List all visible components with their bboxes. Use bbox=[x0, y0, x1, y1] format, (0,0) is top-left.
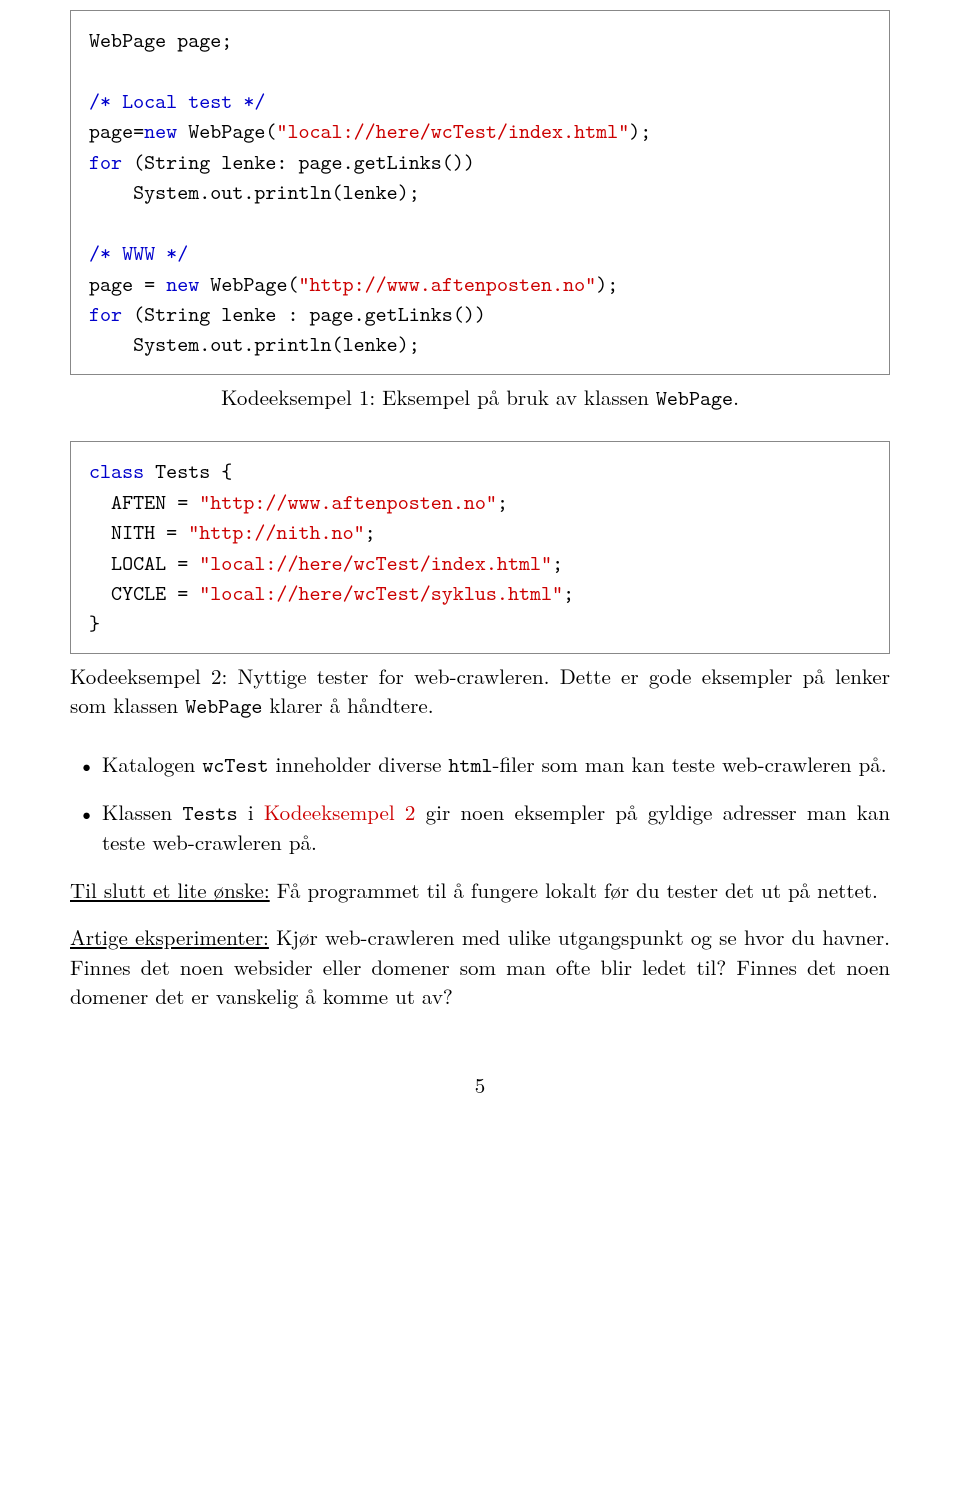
text: Klassen bbox=[102, 797, 182, 827]
code-string: "http://nith.no" bbox=[188, 518, 364, 546]
inline-code: wcTest bbox=[202, 751, 268, 779]
bullet-list: Katalogen wcTest inneholder diverse html… bbox=[70, 750, 890, 858]
code-string: "http://www.aftenposten.no" bbox=[299, 270, 597, 298]
underlined-heading: Til slutt et lite ønske: bbox=[70, 875, 270, 905]
code-text: (String lenke: page.getLinks()) bbox=[122, 148, 475, 176]
code-text: Tests { bbox=[144, 457, 232, 485]
code-keyword: new bbox=[166, 270, 199, 298]
caption-code: WebPage bbox=[656, 384, 733, 412]
code-text: page = bbox=[89, 270, 166, 298]
caption-code: WebPage bbox=[185, 692, 262, 720]
code-keyword: new bbox=[144, 117, 177, 145]
caption-text: . bbox=[733, 382, 739, 412]
code-string: "local://here/wcTest/index.html" bbox=[199, 549, 552, 577]
caption-text: Kodeeksempel 1: Eksempel på bruk av klas… bbox=[221, 382, 656, 412]
code-comment: /* Local test */ bbox=[89, 87, 265, 115]
caption-text: klarer å håndtere. bbox=[262, 690, 433, 720]
code-comment: /* WWW */ bbox=[89, 239, 188, 267]
code-text: WebPage( bbox=[199, 270, 298, 298]
code-text: NITH = bbox=[89, 518, 188, 546]
paragraph: Artige eksperimenter: Kjør web-crawleren… bbox=[70, 923, 890, 1011]
code-text: ; bbox=[365, 518, 376, 546]
list-item: Katalogen wcTest inneholder diverse html… bbox=[70, 750, 890, 780]
list-item: Klassen Tests i Kodeeksempel 2 gir noen … bbox=[70, 798, 890, 858]
code-string: "local://here/wcTest/index.html" bbox=[276, 117, 629, 145]
document-page: WebPage page; /* Local test */ page=new … bbox=[70, 0, 890, 1141]
code-text: ); bbox=[629, 117, 651, 145]
page-number: 5 bbox=[70, 1071, 890, 1100]
code-text: } bbox=[89, 609, 100, 637]
code-text: System.out.println(lenke); bbox=[89, 178, 420, 206]
underlined-heading: Artige eksperimenter: bbox=[70, 922, 269, 952]
code-line: WebPage page; bbox=[89, 26, 232, 54]
code-listing-1: WebPage page; /* Local test */ page=new … bbox=[70, 10, 890, 375]
text: Katalogen bbox=[102, 749, 202, 779]
code-text: ; bbox=[552, 549, 563, 577]
code-text: ; bbox=[497, 488, 508, 516]
text: Få programmet til å fungere lokalt før d… bbox=[270, 875, 878, 905]
code-text: (String lenke : page.getLinks()) bbox=[122, 300, 486, 328]
code-caption-1: Kodeeksempel 1: Eksempel på bruk av klas… bbox=[70, 383, 890, 413]
text: inneholder diverse bbox=[269, 749, 449, 779]
code-listing-2: class Tests { AFTEN = "http://www.aftenp… bbox=[70, 441, 890, 654]
cross-reference: Kodeeksempel 2 bbox=[264, 797, 416, 827]
text: i bbox=[238, 797, 264, 827]
code-caption-2: Kodeeksempel 2: Nyttige tester for web-c… bbox=[70, 662, 890, 722]
code-string: "http://www.aftenposten.no" bbox=[199, 488, 497, 516]
inline-code: Tests bbox=[182, 799, 237, 827]
code-text: CYCLE = bbox=[89, 579, 199, 607]
inline-code: html bbox=[448, 751, 492, 779]
text: -filer som man kan teste web-crawleren p… bbox=[493, 749, 887, 779]
code-keyword: for bbox=[89, 148, 122, 176]
code-string: "local://here/wcTest/syklus.html" bbox=[199, 579, 563, 607]
paragraph: Til slutt et lite ønske: Få programmet t… bbox=[70, 876, 890, 905]
code-keyword: class bbox=[89, 457, 144, 485]
code-text: System.out.println(lenke); bbox=[89, 330, 420, 358]
code-text: AFTEN = bbox=[89, 488, 199, 516]
code-text: ); bbox=[596, 270, 618, 298]
code-text: page= bbox=[89, 117, 144, 145]
code-text: WebPage( bbox=[177, 117, 276, 145]
code-keyword: for bbox=[89, 300, 122, 328]
code-text: LOCAL = bbox=[89, 549, 199, 577]
code-text: ; bbox=[563, 579, 574, 607]
